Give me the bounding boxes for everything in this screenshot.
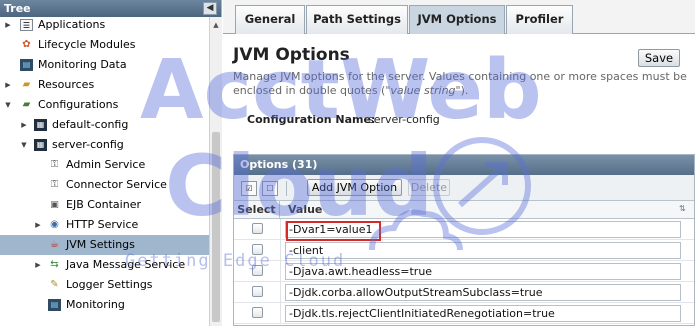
- monitor-icon: ▤: [20, 59, 33, 71]
- options-table-header: Select Value ⇅: [234, 201, 694, 219]
- tree-item-applications[interactable]: ▶ ☰ Applications: [0, 17, 209, 35]
- config-name-label: Configuration Name:: [247, 113, 376, 126]
- column-header-select[interactable]: Select: [234, 201, 280, 219]
- option-value-input[interactable]: -Djava.awt.headless=true: [285, 263, 681, 280]
- main-content: General Path Settings JVM Options Profil…: [223, 0, 695, 326]
- tree-item-default-config[interactable]: ▶ ▦ default-config: [0, 115, 209, 135]
- tree-item-ejb-container[interactable]: ▣ EJB Container: [0, 195, 209, 215]
- tab-bar: General Path Settings JVM Options Profil…: [223, 0, 695, 34]
- config-icon: ▦: [34, 139, 47, 151]
- table-row: -Djdk.corba.allowOutputStreamSubclass=tr…: [234, 282, 694, 303]
- table-row: -Djdk.tls.rejectClientInitiatedRenegotia…: [234, 303, 694, 324]
- tab-jvm-options[interactable]: JVM Options: [409, 5, 505, 34]
- folder-icon: ▰: [22, 99, 31, 110]
- row-checkbox[interactable]: [252, 244, 263, 255]
- option-value-input[interactable]: -client: [285, 242, 681, 259]
- scroll-up-icon[interactable]: ▲: [210, 19, 222, 31]
- ejb-icon: ▣: [50, 200, 59, 210]
- delete-button[interactable]: Delete: [408, 179, 450, 196]
- tab-profiler[interactable]: Profiler: [506, 5, 573, 34]
- table-row: -Djava.awt.headless=true: [234, 261, 694, 282]
- config-icon: ▦: [34, 119, 47, 131]
- tree-item-java-message-service[interactable]: ▶ ⇆ Java Message Service: [0, 255, 209, 275]
- tab-path-settings[interactable]: Path Settings: [306, 5, 408, 34]
- expand-arrow-icon[interactable]: ▶: [20, 115, 28, 135]
- add-jvm-option-button[interactable]: Add JVM Option: [307, 179, 402, 196]
- tree-item-lifecycle-modules[interactable]: ✿ Lifecycle Modules: [0, 35, 209, 55]
- page-title: JVM Options: [233, 45, 350, 65]
- tree-item-logger-settings[interactable]: ✎ Logger Settings: [0, 275, 209, 295]
- column-header-value[interactable]: Value: [288, 201, 322, 219]
- expand-arrow-icon[interactable]: ▶: [34, 255, 42, 275]
- folder-icon: ☰: [20, 19, 33, 31]
- collapse-tree-button[interactable]: ◀: [203, 2, 217, 15]
- tree-item-connector-service[interactable]: ⚿ Connector Service: [0, 175, 209, 195]
- scrollbar-thumb[interactable]: [212, 132, 220, 322]
- tree-item-resources[interactable]: ▶ ▰ Resources: [0, 75, 209, 95]
- tree-scrollbar[interactable]: ▲: [209, 17, 222, 326]
- globe-icon: ◉: [50, 219, 59, 230]
- config-name-value: server-config: [368, 113, 440, 126]
- tree-item-monitoring[interactable]: ▤ Monitoring: [0, 295, 209, 315]
- monitor-icon: ▤: [48, 299, 61, 311]
- option-value-input[interactable]: -Djdk.corba.allowOutputStreamSubclass=tr…: [285, 284, 681, 301]
- table-row: -Dvar1=value1: [234, 219, 694, 240]
- tree-item-server-config[interactable]: ▼ ▦ server-config: [0, 135, 209, 155]
- tree-item-jvm-settings[interactable]: ☕ JVM Settings: [0, 235, 209, 255]
- options-table: Options (31) ☑ ☐ Add JVM Option Delete S…: [233, 154, 695, 326]
- options-table-title: Options (31): [234, 155, 694, 175]
- row-checkbox[interactable]: [252, 286, 263, 297]
- tree-item-http-service[interactable]: ▶ ◉ HTTP Service: [0, 215, 209, 235]
- service-icon: ⚿: [50, 179, 59, 190]
- expand-arrow-icon[interactable]: ▶: [4, 75, 12, 95]
- row-checkbox[interactable]: [252, 223, 263, 234]
- collapse-arrow-icon[interactable]: ▼: [4, 95, 12, 115]
- tree-item-monitoring-data[interactable]: ▤ Monitoring Data: [0, 55, 209, 75]
- sort-icon[interactable]: ⇅: [679, 204, 686, 213]
- help-text: Manage JVM options for the server. Value…: [233, 70, 687, 97]
- expand-arrow-icon[interactable]: ▶: [4, 17, 12, 35]
- tree-item-configurations[interactable]: ▼ ▰ Configurations: [0, 95, 209, 115]
- service-icon: ⚿: [50, 159, 59, 170]
- tree-item-admin-service[interactable]: ⚿ Admin Service: [0, 155, 209, 175]
- select-all-icon[interactable]: ☑: [241, 181, 257, 196]
- toolbar-divider: [286, 181, 287, 196]
- option-value-input[interactable]: -Djdk.tls.rejectClientInitiatedRenegotia…: [285, 305, 681, 322]
- save-button[interactable]: Save: [638, 49, 680, 67]
- table-row: -client: [234, 240, 694, 261]
- options-toolbar: ☑ ☐ Add JVM Option Delete: [234, 175, 694, 201]
- jms-icon: ⇆: [50, 259, 59, 270]
- option-value-input[interactable]: -Dvar1=value1: [285, 221, 681, 238]
- tree-body: ▶ ☰ Applications ✿ Lifecycle Modules ▤ M…: [0, 17, 209, 326]
- deselect-all-icon[interactable]: ☐: [262, 181, 278, 196]
- resources-icon: ▰: [22, 79, 31, 90]
- expand-arrow-icon[interactable]: ▶: [34, 215, 42, 235]
- modules-icon: ✿: [22, 39, 31, 50]
- tree-header: Tree ◀: [0, 0, 221, 17]
- java-icon: ☕: [50, 239, 59, 250]
- collapse-arrow-icon[interactable]: ▼: [20, 135, 28, 155]
- row-checkbox[interactable]: [252, 307, 263, 318]
- navigation-tree: Tree ◀ ▶ ☰ Applications ✿ Lifecycle Modu…: [0, 0, 222, 326]
- tab-general[interactable]: General: [235, 5, 305, 34]
- row-checkbox[interactable]: [252, 265, 263, 276]
- tree-title: Tree: [4, 2, 31, 15]
- logger-icon: ✎: [50, 279, 59, 290]
